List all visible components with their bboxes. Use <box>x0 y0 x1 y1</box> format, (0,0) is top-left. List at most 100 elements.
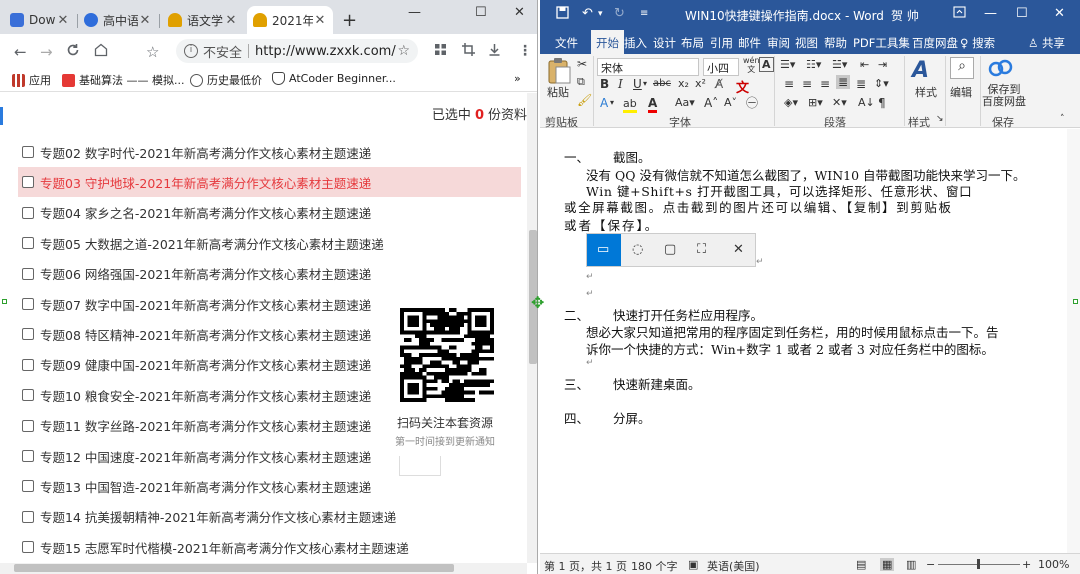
baidu-cloud-icon[interactable] <box>988 58 1014 81</box>
checkbox[interactable] <box>22 176 34 189</box>
word-count[interactable]: 180 个字 <box>631 558 678 574</box>
close-tab-icon[interactable]: ✕ <box>138 13 152 28</box>
list-item-label[interactable]: 专题07 数字中国-2021年新高考满分作文核心素材主题速递 <box>40 295 371 314</box>
checkbox[interactable] <box>22 480 34 493</box>
edit-label[interactable]: 编辑 <box>950 87 972 99</box>
bookmark-atcoder[interactable]: AtCoder Beginner... <box>272 72 396 85</box>
user-name[interactable]: 贺 帅 <box>891 7 919 24</box>
save-icon[interactable] <box>556 6 569 23</box>
tab-yuwen[interactable]: 语文学 ✕ <box>162 6 244 34</box>
bookmark-star-icon[interactable]: ☆ <box>146 43 159 61</box>
bookmarks-more-icon[interactable]: » <box>514 72 521 85</box>
tab-baidu-pan[interactable]: 百度网盘 <box>912 35 958 51</box>
checkbox[interactable] <box>22 146 34 158</box>
read-mode-icon[interactable]: ▤ <box>856 558 866 571</box>
resize-handle[interactable] <box>2 299 7 304</box>
checkbox[interactable] <box>22 328 34 341</box>
tab-file[interactable]: 文件 <box>555 35 578 51</box>
chinese-layout-icon[interactable]: ✕▾ <box>832 96 847 109</box>
multilevel-list-icon[interactable]: ☱▾ <box>832 58 847 71</box>
list-item-label[interactable]: 专题13 中国智造-2021年新高考满分作文核心素材主题速递 <box>40 477 371 496</box>
list-item[interactable]: 专题02 数字时代-2021年新高考满分作文核心素材主题速递 <box>22 137 525 167</box>
checkbox[interactable] <box>22 419 34 432</box>
tab-view[interactable]: 视图 <box>795 35 818 51</box>
bullets-icon[interactable]: ☰▾ <box>780 58 795 71</box>
save-to-baidu-label[interactable]: 保存到 百度网盘 <box>982 84 1026 108</box>
font-color-icon[interactable]: A <box>648 96 658 113</box>
checkbox[interactable] <box>22 450 34 462</box>
tab-download[interactable]: Downl ✕ <box>4 6 76 34</box>
line-spacing-icon[interactable]: ⇕▾ <box>874 77 889 90</box>
strikethrough-icon[interactable]: abc <box>653 78 671 89</box>
list-item-label[interactable]: 专题10 粮食安全-2021年新高考满分作文核心素材主题速递 <box>40 386 371 405</box>
format-painter-icon[interactable]: 🖌 <box>577 93 592 107</box>
checkbox[interactable] <box>22 206 34 219</box>
zoom-out-icon[interactable]: − <box>926 558 935 571</box>
zoom-slider-thumb[interactable] <box>977 559 980 569</box>
highlight-icon[interactable]: ab <box>623 96 637 113</box>
tab-design[interactable]: 设计 <box>653 35 676 51</box>
checkbox[interactable] <box>22 389 34 402</box>
checkbox[interactable] <box>22 541 34 554</box>
find-icon[interactable]: ⌕ <box>950 57 974 79</box>
split-resize-icon[interactable]: ✥ <box>531 293 544 312</box>
close-window-icon[interactable]: ✕ <box>514 5 525 20</box>
tab-insert[interactable]: 插入 <box>624 35 647 51</box>
tab-mailings[interactable]: 邮件 <box>738 35 761 51</box>
list-item[interactable]: 专题06 网络强国-2021年新高考满分作文核心素材主题速递 <box>22 259 525 289</box>
list-item-label[interactable]: 专题09 健康中国-2021年新高考满分作文核心素材主题速递 <box>40 355 371 374</box>
enclose-char-icon[interactable]: ㊀ <box>746 94 758 111</box>
checkbox[interactable] <box>22 267 34 280</box>
list-item-label[interactable]: 专题12 中国速度-2021年新高考满分作文核心素材主题速递 <box>40 447 371 466</box>
bookmark-apps[interactable]: 应用 <box>12 72 51 88</box>
list-item[interactable]: 专题13 中国智造-2021年新高考满分作文核心素材主题速递 <box>22 471 525 501</box>
omnibox[interactable]: i 不安全 http://www.zxxk.com/... ☆ <box>176 39 418 63</box>
close-tab-icon[interactable]: ✕ <box>56 13 70 28</box>
change-case-icon[interactable]: Aa▾ <box>675 96 695 109</box>
zoom-level[interactable]: 100% <box>1038 558 1069 571</box>
list-item-label[interactable]: 专题15 志愿军时代楷模-2021年新高考满分作文核心素材主题速递 <box>40 538 409 557</box>
page-count[interactable]: 第 1 页，共 1 页 <box>544 558 627 574</box>
text-effects-dropdown-icon[interactable]: ▾ <box>610 98 614 107</box>
maximize-icon[interactable]: ☐ <box>475 5 487 20</box>
redo-icon[interactable]: ↻ <box>614 6 625 21</box>
list-item[interactable]: 专题04 家乡之名-2021年新高考满分作文核心素材主题速递 <box>22 198 525 228</box>
horizontal-scroll-thumb[interactable] <box>14 564 454 572</box>
document-page[interactable]: 一、 截图。 没有 QQ 没有微信就不知道怎么截图了，WIN10 自带截图功能快来… <box>540 129 1080 553</box>
reload-icon[interactable] <box>66 43 80 61</box>
text-effects-icon[interactable]: A <box>600 96 608 110</box>
sort-icon[interactable]: A↓ <box>858 96 875 109</box>
dialog-launcher-icon[interactable]: ↘ <box>936 114 944 124</box>
numbering-icon[interactable]: ☷▾ <box>806 58 821 71</box>
underline-icon[interactable]: U <box>633 77 642 91</box>
font-name-box[interactable]: 宋体 <box>597 58 699 76</box>
url-text[interactable]: http://www.zxxk.com/... <box>255 44 397 59</box>
close-tab-icon[interactable]: ✕ <box>313 13 327 28</box>
list-item-label[interactable]: 专题14 抗美援朝精神-2021年新高考满分作文核心素材主题速递 <box>40 507 396 526</box>
italic-icon[interactable]: I <box>618 77 623 91</box>
align-left-icon[interactable]: ≡ <box>784 77 794 91</box>
clear-format-icon[interactable]: A̸ <box>715 77 723 91</box>
list-item-label[interactable]: 专题03 守护地球-2021年新高考满分作文核心素材主题速递 <box>40 173 371 192</box>
undo-icon[interactable]: ↶ <box>582 6 593 21</box>
customize-qat-icon[interactable]: ≡ <box>640 8 648 19</box>
maximize-icon[interactable]: ☐ <box>1016 6 1028 21</box>
shading-icon[interactable]: ◈▾ <box>784 96 798 109</box>
list-item-label[interactable]: 专题11 数字丝路-2021年新高考满分作文核心素材主题速递 <box>40 416 371 435</box>
subscript-icon[interactable]: x₂ <box>678 77 689 90</box>
collapse-ribbon-icon[interactable]: ˄ <box>1060 114 1065 124</box>
tab-search[interactable]: ♀ 搜索 <box>960 35 995 51</box>
copy-icon[interactable]: ⧉ <box>577 75 585 89</box>
align-center-icon[interactable]: ≡ <box>802 77 812 91</box>
list-item-label[interactable]: 专题05 大数据之道-2021年新高考满分作文核心素材主题速递 <box>40 234 384 253</box>
crop-icon[interactable] <box>462 43 475 60</box>
ribbon-display-icon[interactable] <box>953 6 966 22</box>
align-right-icon[interactable]: ≡ <box>820 77 830 91</box>
proofing-icon[interactable]: ▣ <box>688 558 698 571</box>
justify-icon[interactable]: ≣ <box>836 75 851 89</box>
list-item-label[interactable]: 专题04 家乡之名-2021年新高考满分作文核心素材主题速递 <box>40 203 371 222</box>
star-icon[interactable]: ☆ <box>397 43 410 59</box>
list-item[interactable]: 专题15 志愿军时代楷模-2021年新高考满分作文核心素材主题速递 <box>22 532 525 562</box>
forward-icon[interactable]: → <box>40 43 53 61</box>
list-item-label[interactable]: 专题08 特区精神-2021年新高考满分作文核心素材主题速递 <box>40 325 371 344</box>
